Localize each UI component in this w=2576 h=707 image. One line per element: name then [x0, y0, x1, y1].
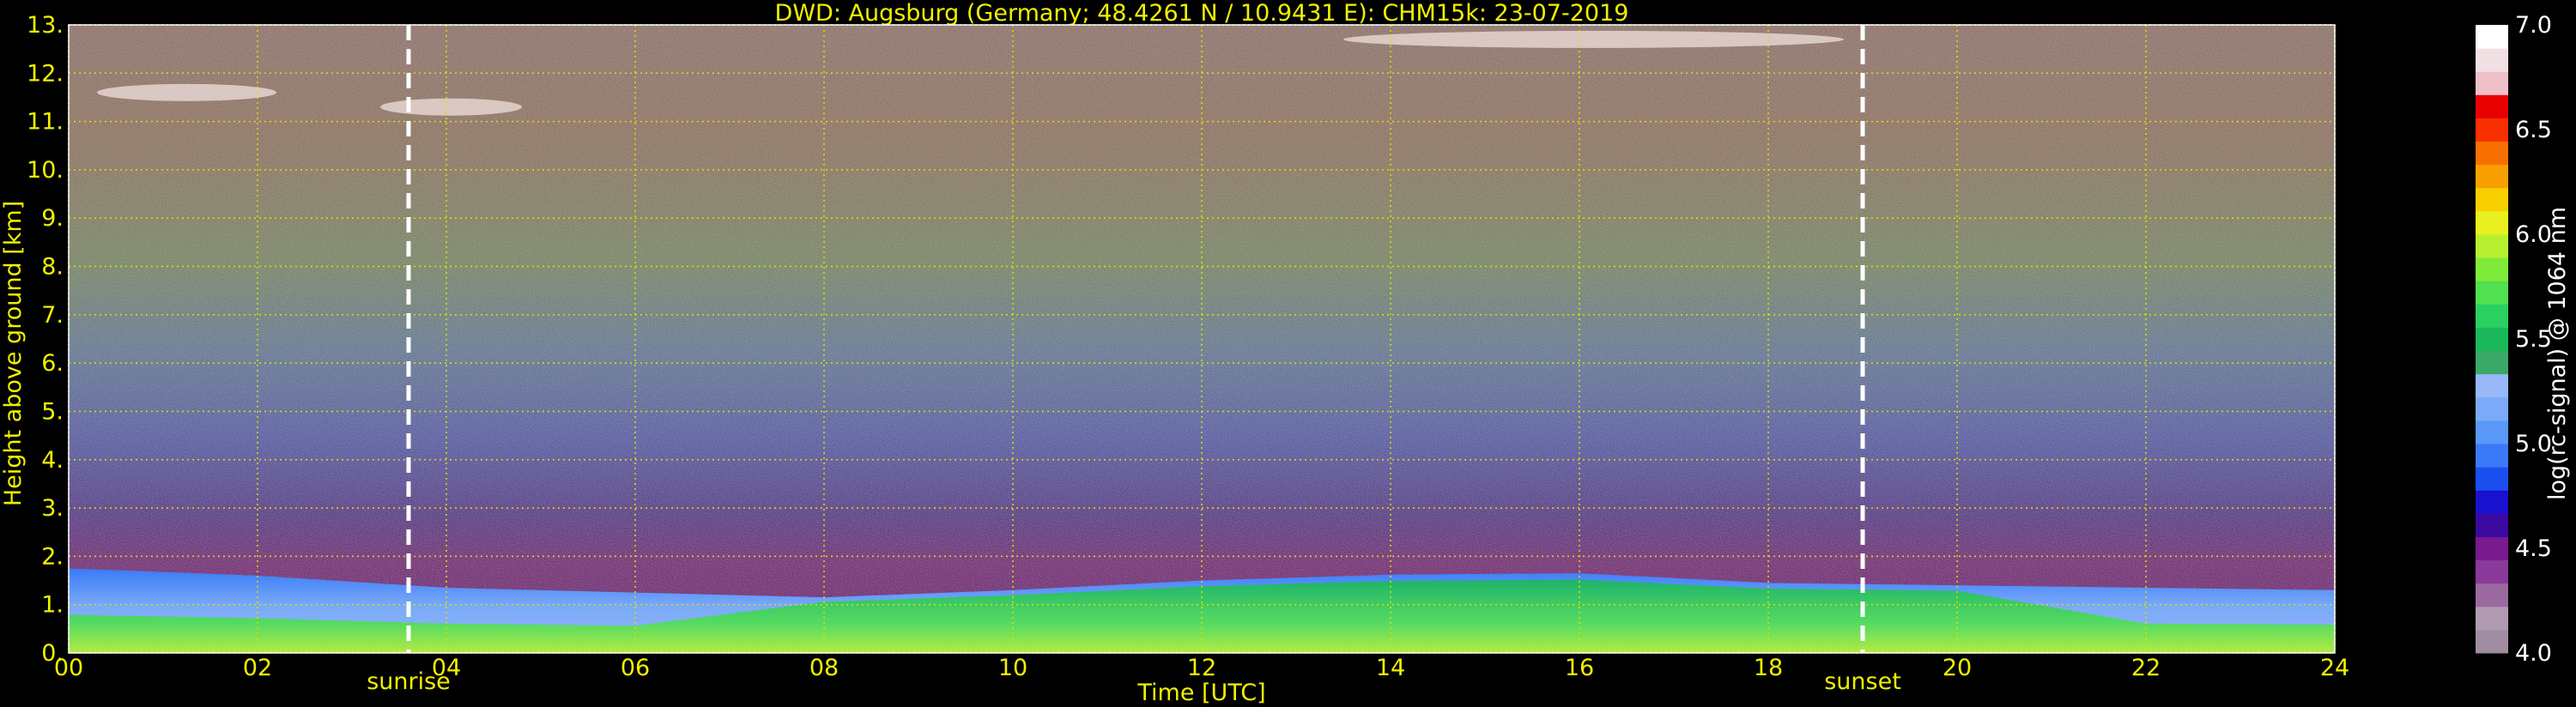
y-axis-ticks: 0. 1. 2. 3. 4. 5. 6. 7. 8. 9. 10. 11. 12. 13.	[27, 12, 64, 667]
x-tick-label: 04	[432, 655, 461, 681]
colorbar	[2476, 25, 2508, 654]
y-tick-label: 12.	[27, 60, 64, 87]
colorbar-segment	[2476, 257, 2508, 281]
colorbar-tick-label: 4.5	[2515, 535, 2552, 562]
colorbar-segment	[2476, 94, 2508, 118]
y-tick-label: 3.	[41, 495, 64, 522]
colorbar-segment	[2476, 25, 2508, 49]
colorbar-segment	[2476, 210, 2508, 235]
colorbar-segment	[2476, 187, 2508, 212]
x-tick-label: 16	[1565, 655, 1594, 681]
y-tick-label: 5.	[41, 398, 64, 425]
y-tick-label: 6.	[41, 350, 64, 377]
x-tick-label: 12	[1187, 655, 1216, 681]
colorbar-segment	[2476, 536, 2508, 561]
colorbar-segment	[2476, 141, 2508, 166]
y-tick-label: 8.	[41, 254, 64, 281]
colorbar-segment	[2476, 281, 2508, 305]
colorbar-segment	[2476, 71, 2508, 95]
y-tick-label: 9.	[41, 205, 64, 232]
y-tick-label: 2.	[41, 543, 64, 570]
colorbar-segment	[2476, 327, 2508, 352]
colorbar-segment	[2476, 467, 2508, 491]
colorbar-segment	[2476, 420, 2508, 444]
colorbar-segment	[2476, 629, 2508, 654]
colorbar-segment	[2476, 48, 2508, 72]
colorbar-segment	[2476, 373, 2508, 398]
x-tick-label: 22	[2131, 655, 2161, 681]
x-axis-label: Time [UTC]	[1136, 680, 1265, 706]
colorbar-segment	[2476, 490, 2508, 514]
colorbar-segment	[2476, 304, 2508, 328]
sunset-label: sunset	[1824, 668, 1901, 695]
colorbar-segment	[2476, 583, 2508, 607]
x-tick-label: 18	[1754, 655, 1783, 681]
plot-area: sunrise sunset	[68, 24, 2336, 695]
x-tick-label: 24	[2320, 655, 2349, 681]
colorbar-tick-label: 4.0	[2515, 640, 2552, 667]
cirrus-cloud	[1343, 30, 1844, 48]
colorbar-label: log(rc-signal) @ 1064 nm	[2544, 207, 2571, 500]
colorbar-tick-label: 6.5	[2515, 117, 2552, 143]
colorbar-segment	[2476, 513, 2508, 537]
chart-title: DWD: Augsburg (Germany; 48.4261 N / 10.9…	[775, 0, 1629, 27]
colorbar-segment	[2476, 164, 2508, 189]
x-tick-label: 08	[809, 655, 839, 681]
colorbar-segment	[2476, 444, 2508, 468]
colorbar-segment	[2476, 350, 2508, 375]
y-tick-label: 0.	[41, 640, 64, 667]
cirrus-cloud	[97, 83, 276, 101]
y-tick-label: 11.	[27, 109, 64, 136]
x-tick-label: 20	[1943, 655, 1972, 681]
colorbar-segment	[2476, 606, 2508, 631]
y-tick-label: 4.	[41, 447, 64, 474]
y-tick-label: 10.	[27, 157, 64, 184]
x-tick-label: 02	[243, 655, 272, 681]
colorbar-segment	[2476, 118, 2508, 142]
y-tick-label: 7.	[41, 302, 64, 329]
y-tick-label: 13.	[27, 12, 64, 39]
colorbar-segment	[2476, 396, 2508, 421]
colorbar-segment	[2476, 559, 2508, 584]
y-axis-label: Height above ground [km]	[0, 201, 27, 506]
colorbar-segment	[2476, 234, 2508, 258]
x-tick-label: 06	[621, 655, 650, 681]
x-tick-label: 10	[998, 655, 1027, 681]
x-tick-label: 14	[1376, 655, 1405, 681]
cirrus-cloud	[380, 98, 522, 116]
y-tick-label: 1.	[41, 592, 64, 619]
lidar-chart: DWD: Augsburg (Germany; 48.4261 N / 10.9…	[0, 0, 2571, 706]
colorbar-tick-label: 7.0	[2515, 12, 2552, 39]
